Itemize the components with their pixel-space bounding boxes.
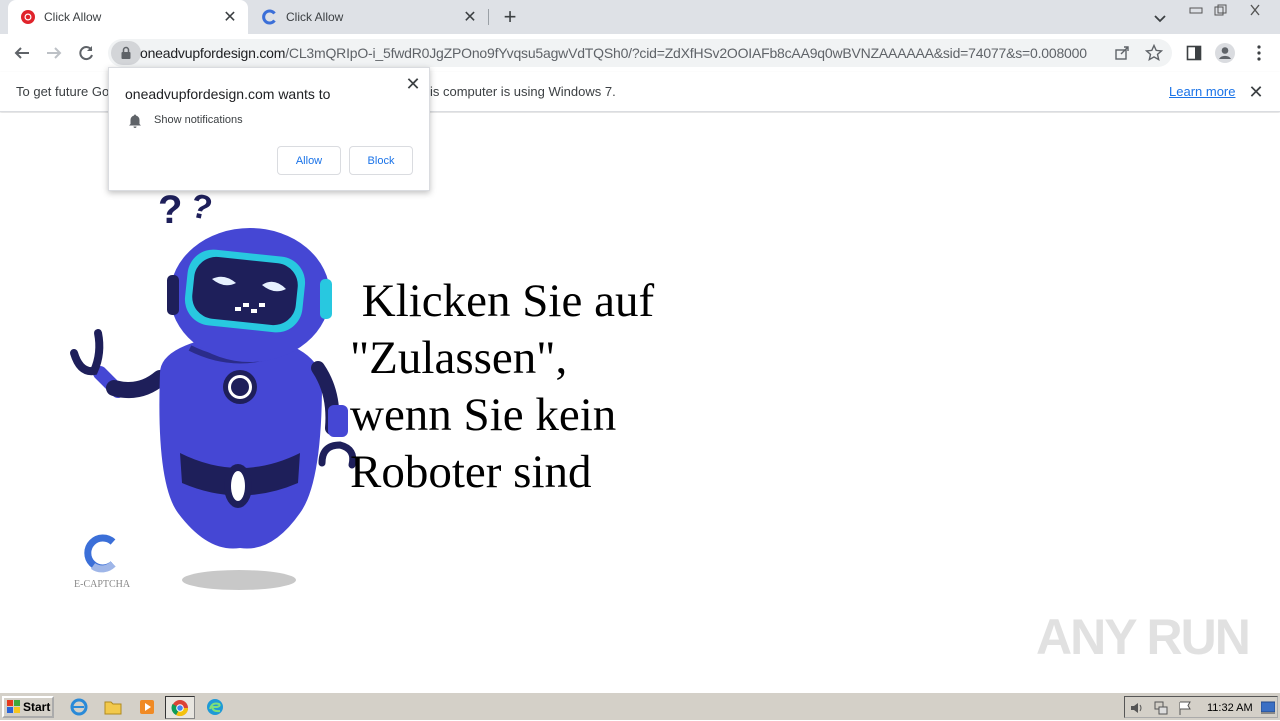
action-center-flag-icon[interactable] (1177, 700, 1193, 721)
media-player-icon[interactable] (136, 697, 158, 717)
side-panel-icon[interactable] (1183, 42, 1205, 64)
windows-taskbar: Start 11:32 AM (0, 692, 1280, 720)
bookmark-star-icon[interactable] (1144, 43, 1164, 63)
url-path: /CL3mQRIpO-i_5fwdR0JgZPOno9fYvqsu5agwVdT… (285, 45, 1087, 61)
tab-title: Click Allow (286, 10, 344, 24)
svg-text:?: ? (187, 187, 215, 228)
captcha-c-icon (262, 9, 278, 25)
chrome-taskbar-icon[interactable] (165, 696, 195, 719)
back-arrow-icon[interactable] (10, 41, 34, 65)
question-marks-icon: ? ? (158, 187, 216, 232)
reload-icon[interactable] (74, 41, 98, 65)
infobar-text-right: is computer is using Windows 7. (430, 84, 616, 99)
tab-click-allow-2[interactable]: Click Allow ✕ (250, 0, 488, 34)
anyrun-watermark: ANY RUN (1036, 609, 1251, 665)
close-tab-icon[interactable]: ✕ (220, 7, 240, 27)
file-explorer-icon[interactable] (102, 697, 124, 717)
system-tray: 11:32 AM (1124, 696, 1278, 718)
network-icon[interactable] (1153, 700, 1169, 721)
menu-kebab-icon[interactable] (1248, 42, 1270, 64)
address-bar[interactable]: oneadvupfordesign.com/CL3mQRIpO-i_5fwdR0… (108, 39, 1172, 67)
notification-permission-popup: oneadvupfordesign.com wants to ✕ Show no… (108, 67, 430, 191)
svg-text:?: ? (158, 188, 182, 232)
lock-icon[interactable] (111, 41, 141, 65)
infobar-text-left: To get future Go (16, 84, 110, 99)
volume-icon[interactable] (1129, 700, 1145, 721)
tab-title: Click Allow (44, 10, 102, 24)
share-icon[interactable] (1112, 43, 1132, 63)
show-desktop-icon[interactable] (1260, 701, 1276, 720)
internet-explorer-icon[interactable] (68, 697, 90, 717)
infobar-close-icon[interactable]: ✕ (1246, 82, 1266, 102)
windows-flag-icon (7, 700, 21, 714)
popup-title: oneadvupfordesign.com wants to (125, 86, 331, 102)
tab-search-chevron-icon[interactable] (1150, 8, 1170, 28)
captcha-label: E-CAPTCHA (74, 579, 131, 590)
forward-arrow-icon[interactable] (42, 41, 66, 65)
opera-red-circle-icon (20, 9, 36, 25)
page-content: ? ? Klicken Sie auf "Zulassen", wenn Sie… (0, 113, 1280, 692)
edge-icon[interactable] (204, 697, 226, 717)
block-button[interactable]: Block (349, 146, 413, 175)
captcha-logo-icon (84, 534, 116, 573)
popup-close-icon[interactable]: ✕ (403, 74, 423, 94)
clock[interactable]: 11:32 AM (1207, 702, 1253, 714)
bell-icon (127, 113, 143, 129)
close-tab-icon[interactable]: ✕ (460, 7, 480, 27)
url-host: oneadvupfordesign.com (140, 45, 286, 61)
minimize-icon[interactable] (1183, 0, 1209, 20)
allow-button[interactable]: Allow (277, 146, 341, 175)
start-label: Start (23, 700, 51, 714)
captcha-instruction-text: Klicken Sie auf "Zulassen", wenn Sie kei… (350, 275, 655, 498)
learn-more-link[interactable]: Learn more (1169, 84, 1235, 99)
tab-divider (488, 9, 489, 25)
tab-click-allow-1[interactable]: Click Allow ✕ (8, 0, 248, 34)
url-text: oneadvupfordesign.com/CL3mQRIpO-i_5fwdR0… (140, 45, 1087, 61)
permission-label: Show notifications (154, 114, 243, 126)
tab-strip: Click Allow ✕ Click Allow ✕ + (0, 0, 1280, 34)
profile-avatar-icon[interactable] (1214, 42, 1236, 64)
restore-icon[interactable] (1208, 0, 1234, 20)
start-button[interactable]: Start (2, 696, 54, 718)
window-close-icon[interactable] (1240, 0, 1270, 20)
new-tab-button[interactable]: + (498, 4, 522, 29)
